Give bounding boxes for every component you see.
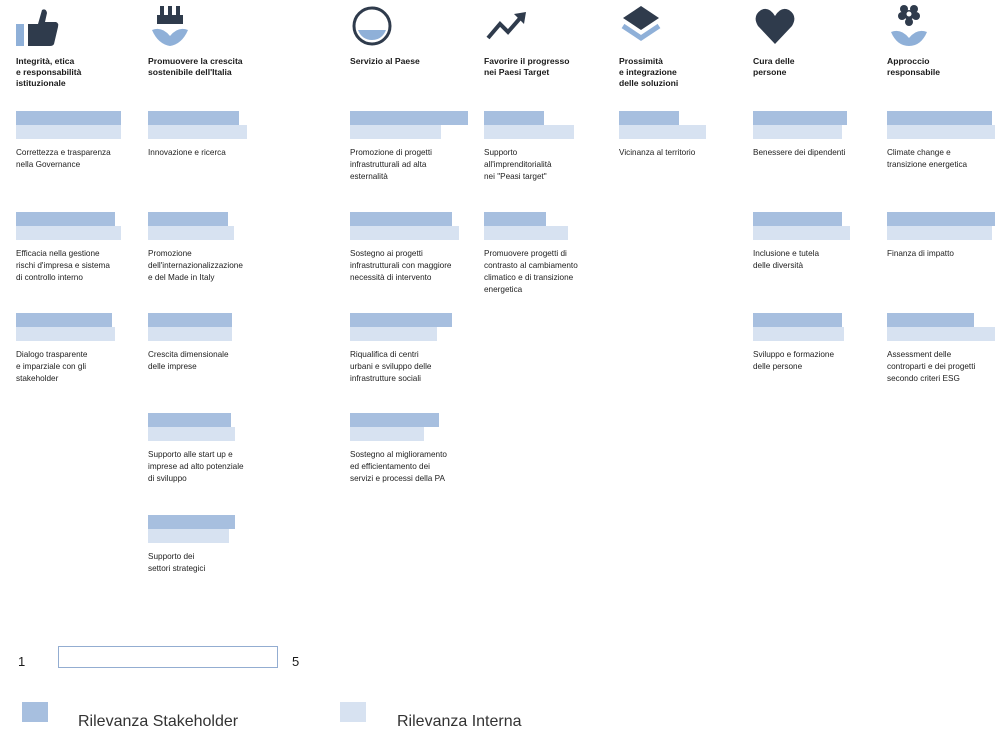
bar-rilevanza-interna	[484, 226, 569, 240]
topic-label: Sviluppo e formazione delle persone	[753, 350, 835, 371]
bar-rilevanza-stakeholder	[753, 212, 842, 226]
bar-rilevanza-stakeholder	[887, 313, 975, 327]
topic-label: Correttezza e trasparenza nella Governan…	[16, 148, 111, 169]
pillar-title: Prossimità e integrazione delle soluzion…	[619, 56, 679, 88]
topic-label: Vicinanza al territorio	[619, 148, 696, 157]
bar-rilevanza-interna	[619, 125, 707, 139]
bar-rilevanza-interna	[887, 226, 992, 240]
bar-rilevanza-stakeholder	[887, 111, 992, 125]
flower-hand-icon	[887, 4, 931, 48]
bar-rilevanza-stakeholder	[148, 313, 233, 327]
scale-max-label: 5	[292, 654, 300, 669]
pillar-title: Favorire il progresso nei Paesi Target	[484, 56, 570, 77]
bar-rilevanza-stakeholder	[148, 515, 236, 529]
topic-label: Finanza di impatto	[887, 249, 954, 258]
topic-label: Promozione dell'internazionalizzazione e…	[148, 249, 243, 282]
scale-min-label: 1	[18, 654, 26, 669]
bar-rilevanza-stakeholder	[350, 413, 439, 427]
bar-rilevanza-stakeholder	[16, 212, 115, 226]
bar-rilevanza-interna	[16, 226, 121, 240]
bar-rilevanza-interna	[148, 226, 234, 240]
bar-rilevanza-stakeholder	[753, 313, 842, 327]
legend-label-stakeholder: Rilevanza Stakeholder	[78, 713, 239, 730]
scale-box	[58, 646, 278, 668]
bar-rilevanza-interna	[753, 226, 851, 240]
topic-label: Supporto dei settori strategici	[148, 552, 206, 573]
topic-label: Promozione di progetti infrastrutturali …	[350, 148, 432, 181]
topic-label: Climate change e transizione energetica	[887, 148, 968, 169]
bar-rilevanza-stakeholder	[16, 111, 121, 125]
topic-label: Benessere dei dipendenti	[753, 148, 846, 157]
bar-rilevanza-stakeholder	[350, 111, 468, 125]
legend-swatch-interna	[340, 702, 366, 722]
bar-rilevanza-interna	[350, 125, 442, 139]
half-circle-icon	[350, 4, 394, 48]
bar-rilevanza-interna	[887, 327, 995, 341]
bar-rilevanza-interna	[753, 327, 845, 341]
heart-icon	[753, 4, 797, 48]
topic-label: Supporto alle start up e imprese ad alto…	[148, 450, 244, 483]
bar-rilevanza-interna	[350, 226, 460, 240]
topic-label: Assessment delle controparti e dei proge…	[887, 350, 976, 383]
pillar-title: Servizio al Paese	[350, 56, 420, 66]
topic-label: Promuovere progetti di contrasto al camb…	[484, 249, 578, 294]
bar-rilevanza-stakeholder	[148, 111, 240, 125]
layers-icon	[619, 4, 663, 48]
thumbs-up-icon	[16, 4, 60, 48]
topic-label: Dialogo trasparente e imparziale con gli…	[16, 350, 88, 383]
bar-rilevanza-stakeholder	[887, 212, 995, 226]
bar-rilevanza-interna	[16, 125, 121, 139]
pillar-title: Cura delle persone	[753, 56, 795, 77]
topic-label: Riqualifica di centri urbani e sviluppo …	[350, 350, 432, 383]
bar-rilevanza-stakeholder	[753, 111, 848, 125]
bar-rilevanza-interna	[484, 125, 574, 139]
bar-rilevanza-interna	[350, 327, 438, 341]
legend: Rilevanza Stakeholder Rilevanza Interna	[0, 700, 600, 730]
bar-rilevanza-interna	[350, 427, 424, 441]
bar-rilevanza-stakeholder	[148, 212, 228, 226]
topic-label: Crescita dimensionale delle imprese	[148, 350, 229, 371]
pillar-title: Approccio responsabile	[887, 56, 941, 77]
bar-rilevanza-stakeholder	[484, 111, 545, 125]
bar-rilevanza-stakeholder	[619, 111, 680, 125]
trend-up-icon	[484, 4, 528, 48]
scale-indicator: 1 5	[0, 640, 330, 680]
bar-rilevanza-stakeholder	[350, 313, 452, 327]
pillar-title: Integrità, etica e responsabilità istitu…	[16, 56, 82, 88]
topic-label: Sostegno al miglioramento ed efficientam…	[350, 450, 447, 483]
legend-swatch-stakeholder	[22, 702, 48, 722]
bar-rilevanza-stakeholder	[148, 413, 231, 427]
topic-label: Inclusione e tutela delle diversità	[753, 249, 819, 270]
legend-label-interna: Rilevanza Interna	[397, 713, 522, 730]
bar-rilevanza-interna	[16, 327, 115, 341]
bar-rilevanza-interna	[148, 327, 233, 341]
bar-rilevanza-interna	[148, 125, 247, 139]
bar-rilevanza-stakeholder	[484, 212, 546, 226]
topic-label: Sostegno ai progetti infrastrutturali co…	[350, 249, 452, 282]
plug-sprout-icon	[148, 4, 192, 48]
bar-rilevanza-interna	[753, 125, 842, 139]
topic-label: Supporto all'imprenditorialità nei "Peas…	[484, 148, 552, 181]
bar-rilevanza-stakeholder	[350, 212, 452, 226]
bar-rilevanza-interna	[148, 427, 236, 441]
bar-rilevanza-stakeholder	[16, 313, 112, 327]
bar-rilevanza-interna	[148, 529, 230, 543]
topic-label: Innovazione e ricerca	[148, 148, 226, 157]
pillar-title: Promuovere la crescita sostenibile dell'…	[148, 56, 243, 77]
topic-label: Efficacia nella gestione rischi d'impres…	[16, 249, 110, 282]
bar-rilevanza-interna	[887, 125, 995, 139]
